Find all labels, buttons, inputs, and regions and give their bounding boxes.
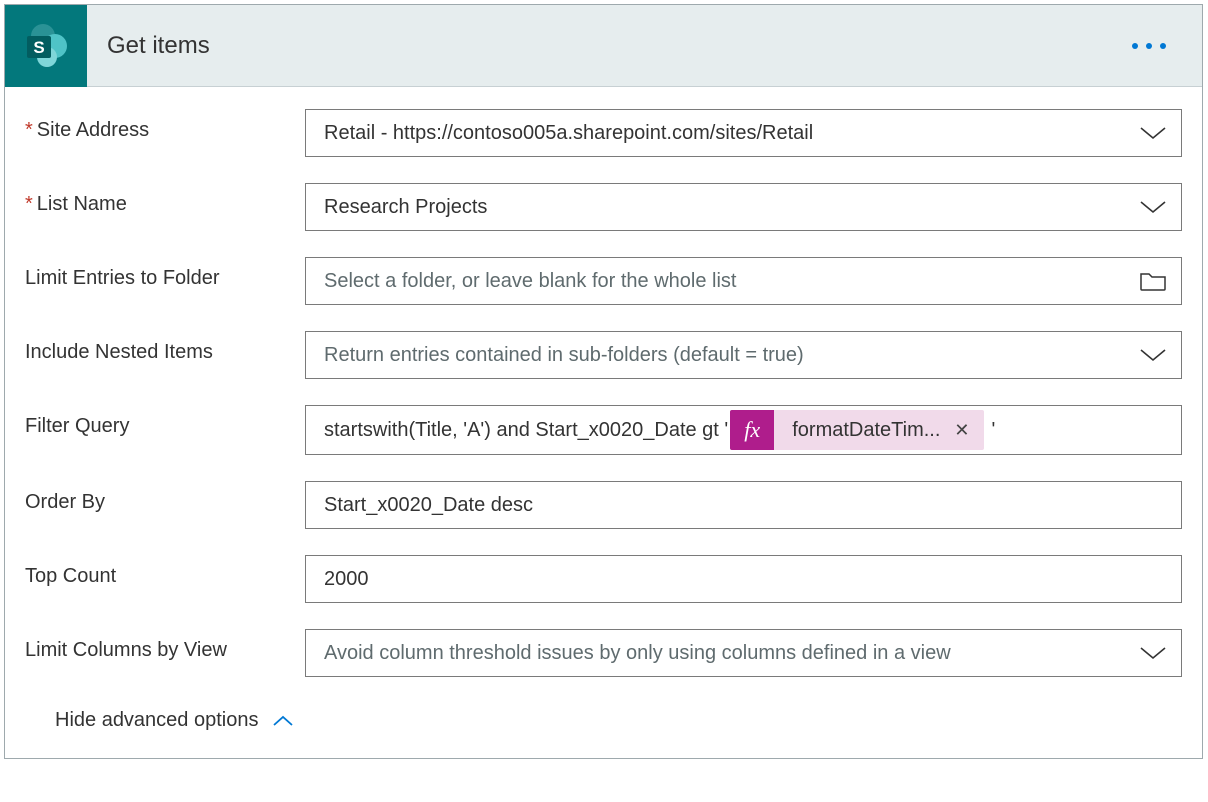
top-count-row: Top Count 2000 <box>25 555 1182 603</box>
top-count-field[interactable]: 2000 <box>305 555 1182 603</box>
more-menu-button[interactable] <box>1132 43 1166 49</box>
filter-query-label: Filter Query <box>25 405 305 438</box>
chevron-down-icon <box>1139 125 1167 141</box>
list-name-row: *List Name Research Projects <box>25 183 1182 231</box>
fx-icon: fx <box>730 410 774 450</box>
expression-pill-label: formatDateTim... <box>774 419 950 442</box>
toggle-advanced-options[interactable]: Hide advanced options <box>25 703 1182 750</box>
include-nested-field[interactable]: Return entries contained in sub-folders … <box>305 331 1182 379</box>
site-address-row: *Site Address Retail - https://contoso00… <box>25 109 1182 157</box>
order-by-label: Order By <box>25 481 305 514</box>
order-by-field[interactable]: Start_x0020_Date desc <box>305 481 1182 529</box>
top-count-label: Top Count <box>25 555 305 588</box>
chevron-down-icon <box>1139 645 1167 661</box>
list-name-label: *List Name <box>25 183 305 216</box>
limit-folder-row: Limit Entries to Folder Select a folder,… <box>25 257 1182 305</box>
include-nested-label: Include Nested Items <box>25 331 305 364</box>
limit-columns-field[interactable]: Avoid column threshold issues by only us… <box>305 629 1182 677</box>
filter-query-field[interactable]: startswith(Title, 'A') and Start_x0020_D… <box>305 405 1182 455</box>
list-name-field[interactable]: Research Projects <box>305 183 1182 231</box>
limit-folder-label: Limit Entries to Folder <box>25 257 305 290</box>
include-nested-row: Include Nested Items Return entries cont… <box>25 331 1182 379</box>
svg-text:S: S <box>33 38 44 57</box>
card-body: *Site Address Retail - https://contoso00… <box>5 87 1202 758</box>
limit-folder-field[interactable]: Select a folder, or leave blank for the … <box>305 257 1182 305</box>
chevron-up-icon <box>272 714 294 728</box>
folder-icon[interactable] <box>1139 270 1167 292</box>
sharepoint-logo: S <box>5 5 87 87</box>
card-title: Get items <box>107 32 1132 60</box>
expression-pill[interactable]: fx formatDateTim... ✕ <box>730 410 983 450</box>
action-card: S Get items *Site Address Retail - https… <box>4 4 1203 759</box>
toggle-advanced-label: Hide advanced options <box>55 709 258 732</box>
filter-query-trailing: ' <box>992 419 996 442</box>
limit-columns-row: Limit Columns by View Avoid column thres… <box>25 629 1182 677</box>
site-address-label: *Site Address <box>25 109 305 142</box>
filter-query-row: Filter Query startswith(Title, 'A') and … <box>25 405 1182 455</box>
card-header: S Get items <box>5 5 1202 87</box>
limit-columns-label: Limit Columns by View <box>25 629 305 662</box>
remove-pill-button[interactable]: ✕ <box>950 420 983 441</box>
chevron-down-icon <box>1139 199 1167 215</box>
site-address-field[interactable]: Retail - https://contoso005a.sharepoint.… <box>305 109 1182 157</box>
order-by-row: Order By Start_x0020_Date desc <box>25 481 1182 529</box>
filter-query-text: startswith(Title, 'A') and Start_x0020_D… <box>324 419 728 442</box>
chevron-down-icon <box>1139 347 1167 363</box>
